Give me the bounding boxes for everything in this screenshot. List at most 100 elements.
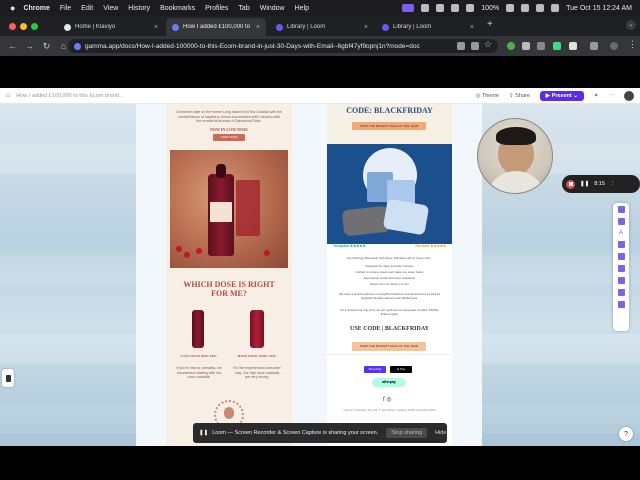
chart-icon[interactable]: [617, 289, 625, 296]
battery-icon[interactable]: [506, 4, 515, 12]
hide-button[interactable]: Hide: [435, 430, 446, 436]
close-tab-icon[interactable]: ×: [154, 24, 158, 31]
menu-help[interactable]: Help: [295, 5, 309, 12]
menubar-clock[interactable]: Tue Oct 15 12:24 AM: [566, 5, 632, 12]
email-hero-image: [327, 144, 452, 244]
more-menu-icon[interactable]: ⋯: [609, 93, 615, 99]
profile-avatar-icon[interactable]: [610, 42, 618, 50]
text-icon[interactable]: A: [619, 230, 623, 236]
extension-icon[interactable]: [507, 42, 515, 50]
tab-loom-library[interactable]: Library | Loom ×: [270, 18, 374, 36]
breadcrumb[interactable]: How I added £100,000 to this Ecom brand.…: [16, 93, 123, 99]
menu-tab[interactable]: Tab: [238, 5, 249, 12]
menu-bookmarks[interactable]: Bookmarks: [160, 5, 195, 12]
badge-figure: [224, 407, 234, 419]
tab-loom-library-2[interactable]: Library | Loom ×: [376, 18, 480, 36]
status-icon[interactable]: [451, 4, 460, 12]
extensions-puzzle-icon[interactable]: [590, 42, 598, 50]
video-icon[interactable]: [617, 253, 625, 260]
control-center-icon[interactable]: [551, 4, 560, 12]
theme-button-label: Theme: [481, 92, 499, 99]
close-window-icon[interactable]: [9, 23, 16, 30]
zoom-icon[interactable]: [471, 42, 479, 50]
minimize-window-icon[interactable]: [20, 23, 27, 30]
new-tab-button[interactable]: +: [487, 19, 493, 30]
layout-icon[interactable]: [617, 218, 625, 225]
menu-file[interactable]: File: [60, 5, 71, 12]
loom-status-icon[interactable]: [402, 4, 415, 12]
menu-view[interactable]: View: [103, 5, 118, 12]
gamma-favicon-icon: [172, 23, 179, 31]
home-icon[interactable]: ⌂: [59, 41, 68, 51]
theme-button[interactable]: ◎ Theme: [476, 93, 499, 99]
extension-icon[interactable]: [569, 42, 577, 50]
battery-percent: 100%: [481, 4, 500, 12]
maximize-window-icon[interactable]: [31, 23, 38, 30]
search-icon[interactable]: [536, 4, 545, 12]
embed-icon[interactable]: [617, 265, 625, 272]
shop-now-button: SHOP NOW: [213, 134, 245, 141]
chrome-menu-icon[interactable]: ⋮: [628, 39, 637, 50]
pause-icon[interactable]: ❚❚: [580, 181, 589, 187]
edit-icon[interactable]: [617, 301, 625, 308]
loom-favicon-icon: [276, 23, 283, 31]
menu-history[interactable]: History: [128, 5, 150, 12]
tab-search-icon[interactable]: ⌄: [626, 20, 636, 30]
body-paragraph: We have a limited selection of weighted …: [338, 292, 441, 301]
loom-camera-bubble[interactable]: [477, 118, 553, 194]
product-photo: [170, 150, 288, 268]
site-info-icon[interactable]: [74, 42, 81, 50]
bookmark-star-icon[interactable]: ☆: [484, 39, 492, 50]
table-icon[interactable]: [617, 277, 625, 284]
trustpilot-label-text: Trustpilot: [333, 244, 349, 248]
high-dose-body: For the experienced consumer only. Our h…: [233, 366, 281, 380]
menu-window[interactable]: Window: [260, 5, 285, 12]
close-tab-icon[interactable]: ×: [256, 24, 260, 31]
tab-klaviyo[interactable]: Home | Klaviyo ×: [58, 18, 164, 36]
tab-gamma-doc[interactable]: How I added £100,000 to this ×: [166, 18, 266, 36]
help-button[interactable]: ?: [619, 427, 633, 441]
low-dose-bottle: [192, 310, 204, 348]
review-row: Trustpilot ★★★★★ Reviews ★★★★★: [333, 244, 446, 252]
dose-heading: WHICH DOSE IS RIGHT FOR ME?: [183, 280, 275, 299]
back-icon[interactable]: ←: [8, 41, 17, 51]
wifi-icon[interactable]: [521, 4, 530, 12]
apple-icon[interactable]: ●: [10, 3, 15, 13]
section-label: NOW IN LOW DOSE: [210, 127, 248, 132]
menu-profiles[interactable]: Profiles: [205, 5, 228, 12]
extension-icon[interactable]: [537, 42, 545, 50]
body-paragraph: It's a limited time only and you can gra…: [340, 308, 439, 317]
menu-edit[interactable]: Edit: [81, 5, 93, 12]
add-card-icon[interactable]: [617, 206, 625, 213]
browser-tab-strip: Home | Klaviyo × How I added £100,000 to…: [0, 16, 640, 36]
cast-icon[interactable]: [457, 42, 465, 50]
screen-share-notification: ❚❚ Loom — Screen Recorder & Screen Captu…: [193, 423, 447, 443]
image-icon[interactable]: [617, 241, 625, 248]
status-icon[interactable]: [421, 4, 430, 12]
extension-icon[interactable]: [522, 42, 530, 50]
extension-icon[interactable]: [553, 42, 561, 50]
loom-more-icon[interactable]: ⋮: [610, 181, 616, 187]
loom-recording-controls: ❚❚ 8:15 ⋮: [562, 175, 640, 193]
side-panel-handle[interactable]: [2, 369, 14, 387]
share-button[interactable]: ⇪ Share: [509, 93, 530, 99]
menubar-status-area: 100% Tue Oct 15 12:24 AM: [402, 4, 632, 12]
reload-icon[interactable]: ↻: [42, 41, 51, 52]
low-dose-title: LOW DOSE 5MG THC: [181, 354, 217, 358]
more-options-icon[interactable]: ✦: [594, 93, 599, 99]
address-bar[interactable]: gamma.app/docs/How-I-added-100000-to-thi…: [68, 39, 498, 53]
close-tab-icon[interactable]: ×: [470, 24, 474, 31]
avatar[interactable]: [624, 90, 634, 101]
google-pay-badge: G Pay: [390, 366, 412, 373]
close-tab-icon[interactable]: ×: [364, 24, 368, 31]
stop-sharing-button[interactable]: Stop sharing: [386, 428, 428, 438]
present-button[interactable]: ▶ Present ⌄: [539, 90, 584, 101]
gamma-side-toolbar: A: [613, 203, 629, 331]
status-icon[interactable]: [436, 4, 445, 12]
status-icon[interactable]: [466, 4, 475, 12]
shop-sale-button: SHOP THE BIGGEST SALE OF THE YEAR: [352, 122, 426, 130]
stop-recording-button[interactable]: [566, 179, 575, 189]
menu-chrome[interactable]: Chrome: [23, 5, 49, 12]
home-icon[interactable]: ⌂: [6, 92, 10, 99]
forward-icon[interactable]: →: [25, 41, 34, 51]
